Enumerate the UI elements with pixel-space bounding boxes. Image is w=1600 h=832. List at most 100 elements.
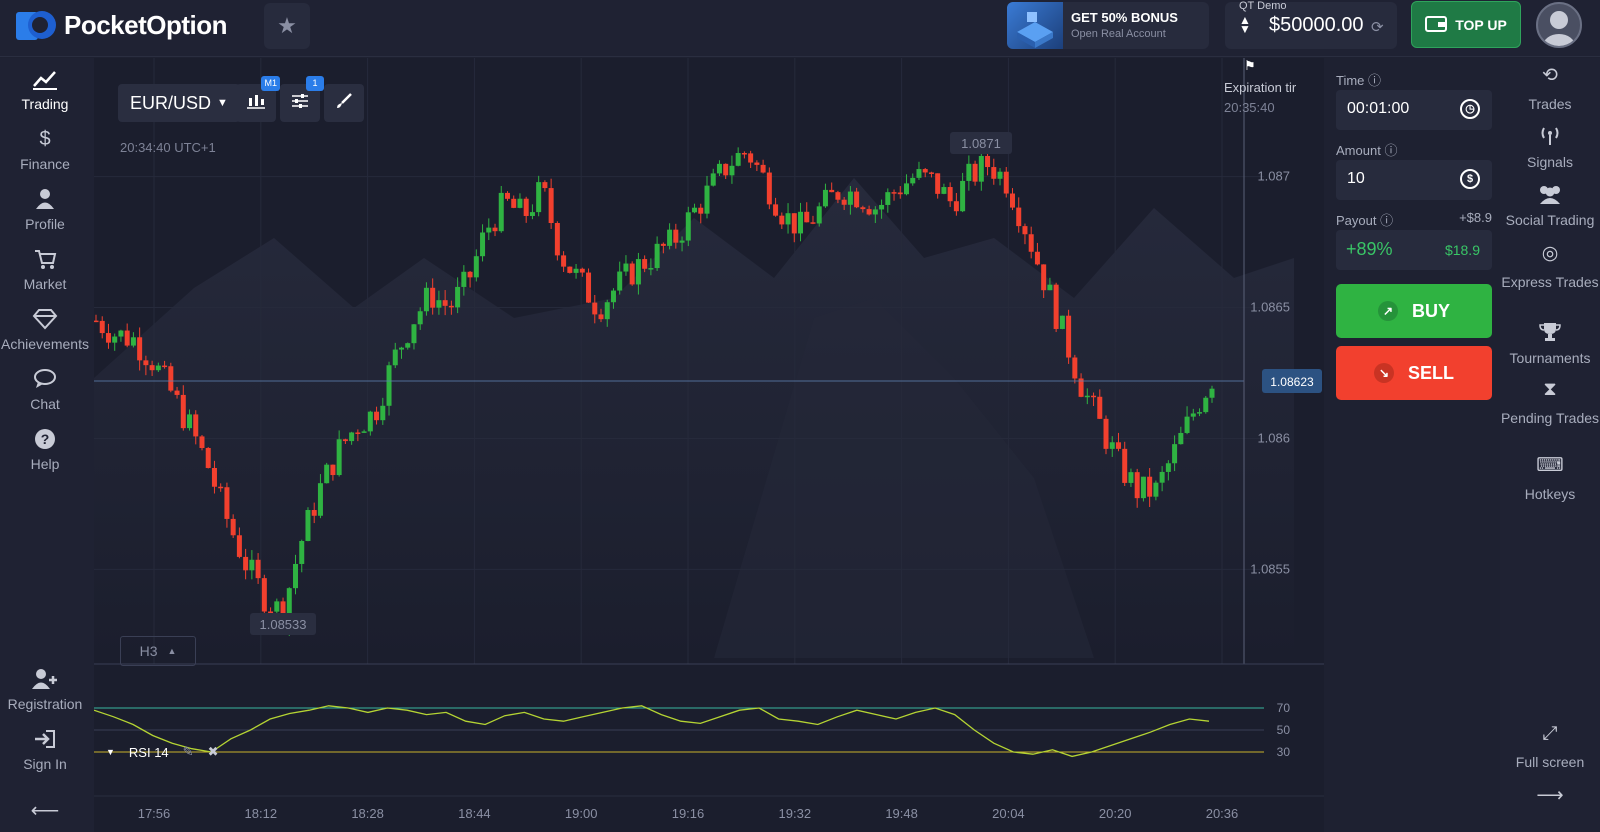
candle-body — [486, 227, 492, 233]
candle-body — [991, 167, 997, 179]
top-up-button[interactable]: TOP UP — [1411, 1, 1521, 48]
candle-body — [773, 204, 779, 216]
switch-account-icon[interactable]: ▲ ▼ — [1239, 14, 1251, 35]
fullscreen-button[interactable]: ⤢ Full screen — [1500, 724, 1600, 770]
chart-area[interactable]: 1.087 1.0865 1.086 1.0855 1.08623 1.0871 1.… — [94, 58, 1324, 832]
buy-button[interactable]: ↗ BUY — [1336, 284, 1492, 338]
asset-selector[interactable]: EUR/USD ▼ — [118, 84, 240, 122]
amount-input[interactable]: 10 $ — [1336, 160, 1492, 200]
time-tick-label: 20:20 — [1099, 806, 1132, 821]
brand-logo[interactable]: PocketOption — [16, 8, 228, 42]
sidebar-item-market[interactable]: Market — [0, 248, 90, 292]
sidebar-item-trades[interactable]: ⟲ Trades — [1500, 65, 1600, 112]
candle — [960, 172, 966, 213]
hourglass-icon: ⧗ — [1543, 379, 1557, 400]
time-tick-label: 18:44 — [458, 806, 491, 821]
candle-body — [1109, 442, 1115, 449]
candle-body — [829, 189, 835, 193]
payout-amount: $18.9 — [1444, 242, 1480, 258]
sell-label: SELL — [1407, 362, 1454, 383]
collapse-rsi-icon[interactable]: ▼ — [106, 747, 115, 757]
candle-body — [692, 207, 698, 213]
candle — [573, 263, 579, 279]
chart-type-button[interactable]: M1 — [236, 76, 280, 122]
candle-body — [349, 432, 355, 442]
rsi-level-label: 50 — [1277, 723, 1291, 737]
sidebar-label: Achievements — [1, 336, 89, 352]
refresh-balance-icon[interactable]: ⟳ — [1371, 18, 1384, 36]
candle — [548, 178, 554, 229]
time-input[interactable]: 00:01:00 ◷ — [1336, 90, 1492, 130]
candle-body — [124, 330, 130, 346]
candle-body — [966, 163, 972, 181]
clock-icon[interactable]: ◷ — [1460, 99, 1480, 119]
candle-body — [193, 414, 199, 437]
svg-text:?: ? — [41, 431, 50, 447]
price-chart[interactable]: 1.087 1.0865 1.086 1.0855 1.08623 1.0871 1.… — [94, 58, 1324, 832]
candle-body — [529, 212, 535, 216]
sidebar-item-profile[interactable]: Profile — [0, 188, 90, 232]
balance-value: $50000.00 — [1269, 14, 1364, 36]
user-avatar[interactable] — [1536, 2, 1582, 48]
candle-body — [729, 165, 735, 176]
sidebar-label: Help — [30, 456, 60, 472]
sidebar-item-trading[interactable]: Trading — [0, 68, 90, 112]
candle-body — [810, 222, 816, 224]
sidebar-item-chat[interactable]: Chat — [0, 368, 90, 412]
brush-icon — [336, 92, 352, 114]
candle — [748, 150, 754, 169]
sidebar-item-signals[interactable]: Signals — [1500, 126, 1600, 170]
sidebar-item-achievements[interactable]: Achievements — [0, 308, 90, 352]
candle-body — [517, 198, 523, 208]
sidebar-item-hotkeys[interactable]: ⌨ Hotkeys — [1500, 456, 1600, 502]
dollar-circle-icon[interactable]: $ — [1460, 169, 1480, 189]
candle-body — [199, 436, 205, 449]
candle-body — [1091, 395, 1097, 398]
drawing-tools-button[interactable] — [324, 84, 364, 122]
brand-name: PocketOption — [64, 9, 228, 40]
sidebar-item-finance[interactable]: $ Finance — [0, 128, 90, 172]
candle-body — [461, 271, 467, 287]
candle — [991, 158, 997, 185]
candle-body — [1022, 226, 1028, 235]
remove-rsi-icon[interactable]: ✖ — [208, 744, 219, 760]
candle-body — [922, 169, 928, 173]
favorites-star-button[interactable]: ★ — [264, 3, 310, 49]
account-balance[interactable]: QT Demo ▲ ▼ $50000.00 ⟳ — [1225, 0, 1397, 49]
candle-body — [623, 263, 629, 272]
candle-body — [716, 163, 722, 174]
sidebar-item-express-trades[interactable]: ◎ Express Trades — [1500, 244, 1600, 290]
candle-body — [536, 182, 542, 213]
sidebar-label: Hotkeys — [1524, 486, 1576, 502]
candle-body — [779, 215, 785, 225]
indicators-button[interactable]: 1 — [280, 76, 324, 122]
candle-body — [1059, 315, 1065, 329]
sidebar-label: Finance — [20, 156, 70, 172]
candle-body — [243, 556, 249, 571]
bonus-banner[interactable]: GET 50% BONUS Open Real Account — [1007, 2, 1209, 49]
edit-rsi-icon[interactable]: ✎ — [183, 744, 194, 760]
sidebar-item-help[interactable]: ? Help — [0, 428, 90, 472]
sidebar-item-pending-trades[interactable]: ⧗ Pending Trades — [1500, 379, 1600, 426]
bonus-image — [1007, 2, 1063, 49]
candle-body — [1072, 357, 1078, 379]
candle-body — [592, 302, 598, 315]
sidebar-label: Chat — [30, 396, 60, 412]
candle-body — [1115, 442, 1121, 449]
sidebar-item-registration[interactable]: Registration — [0, 668, 90, 712]
candle-body — [860, 207, 866, 210]
history-icon: ⟲ — [1542, 65, 1558, 86]
timeframe-selector[interactable]: H3 ▲ — [120, 636, 196, 666]
candle-body — [567, 266, 573, 273]
candle — [754, 160, 760, 172]
sell-button[interactable]: ↘ SELL — [1336, 346, 1492, 400]
info-icon: ⓘ — [1380, 213, 1394, 228]
sidebar-item-sign-in[interactable]: Sign In — [0, 728, 90, 772]
expand-panel-button[interactable]: ⟶ — [1500, 786, 1600, 816]
candle — [1203, 395, 1209, 414]
candle-body — [654, 243, 660, 269]
candle-body — [448, 305, 454, 308]
sidebar-item-social-trading[interactable]: Social Trading — [1500, 184, 1600, 228]
sidebar-item-tournaments[interactable]: Tournaments — [1500, 322, 1600, 366]
collapse-sidebar-button[interactable]: ⟵ — [0, 798, 90, 826]
